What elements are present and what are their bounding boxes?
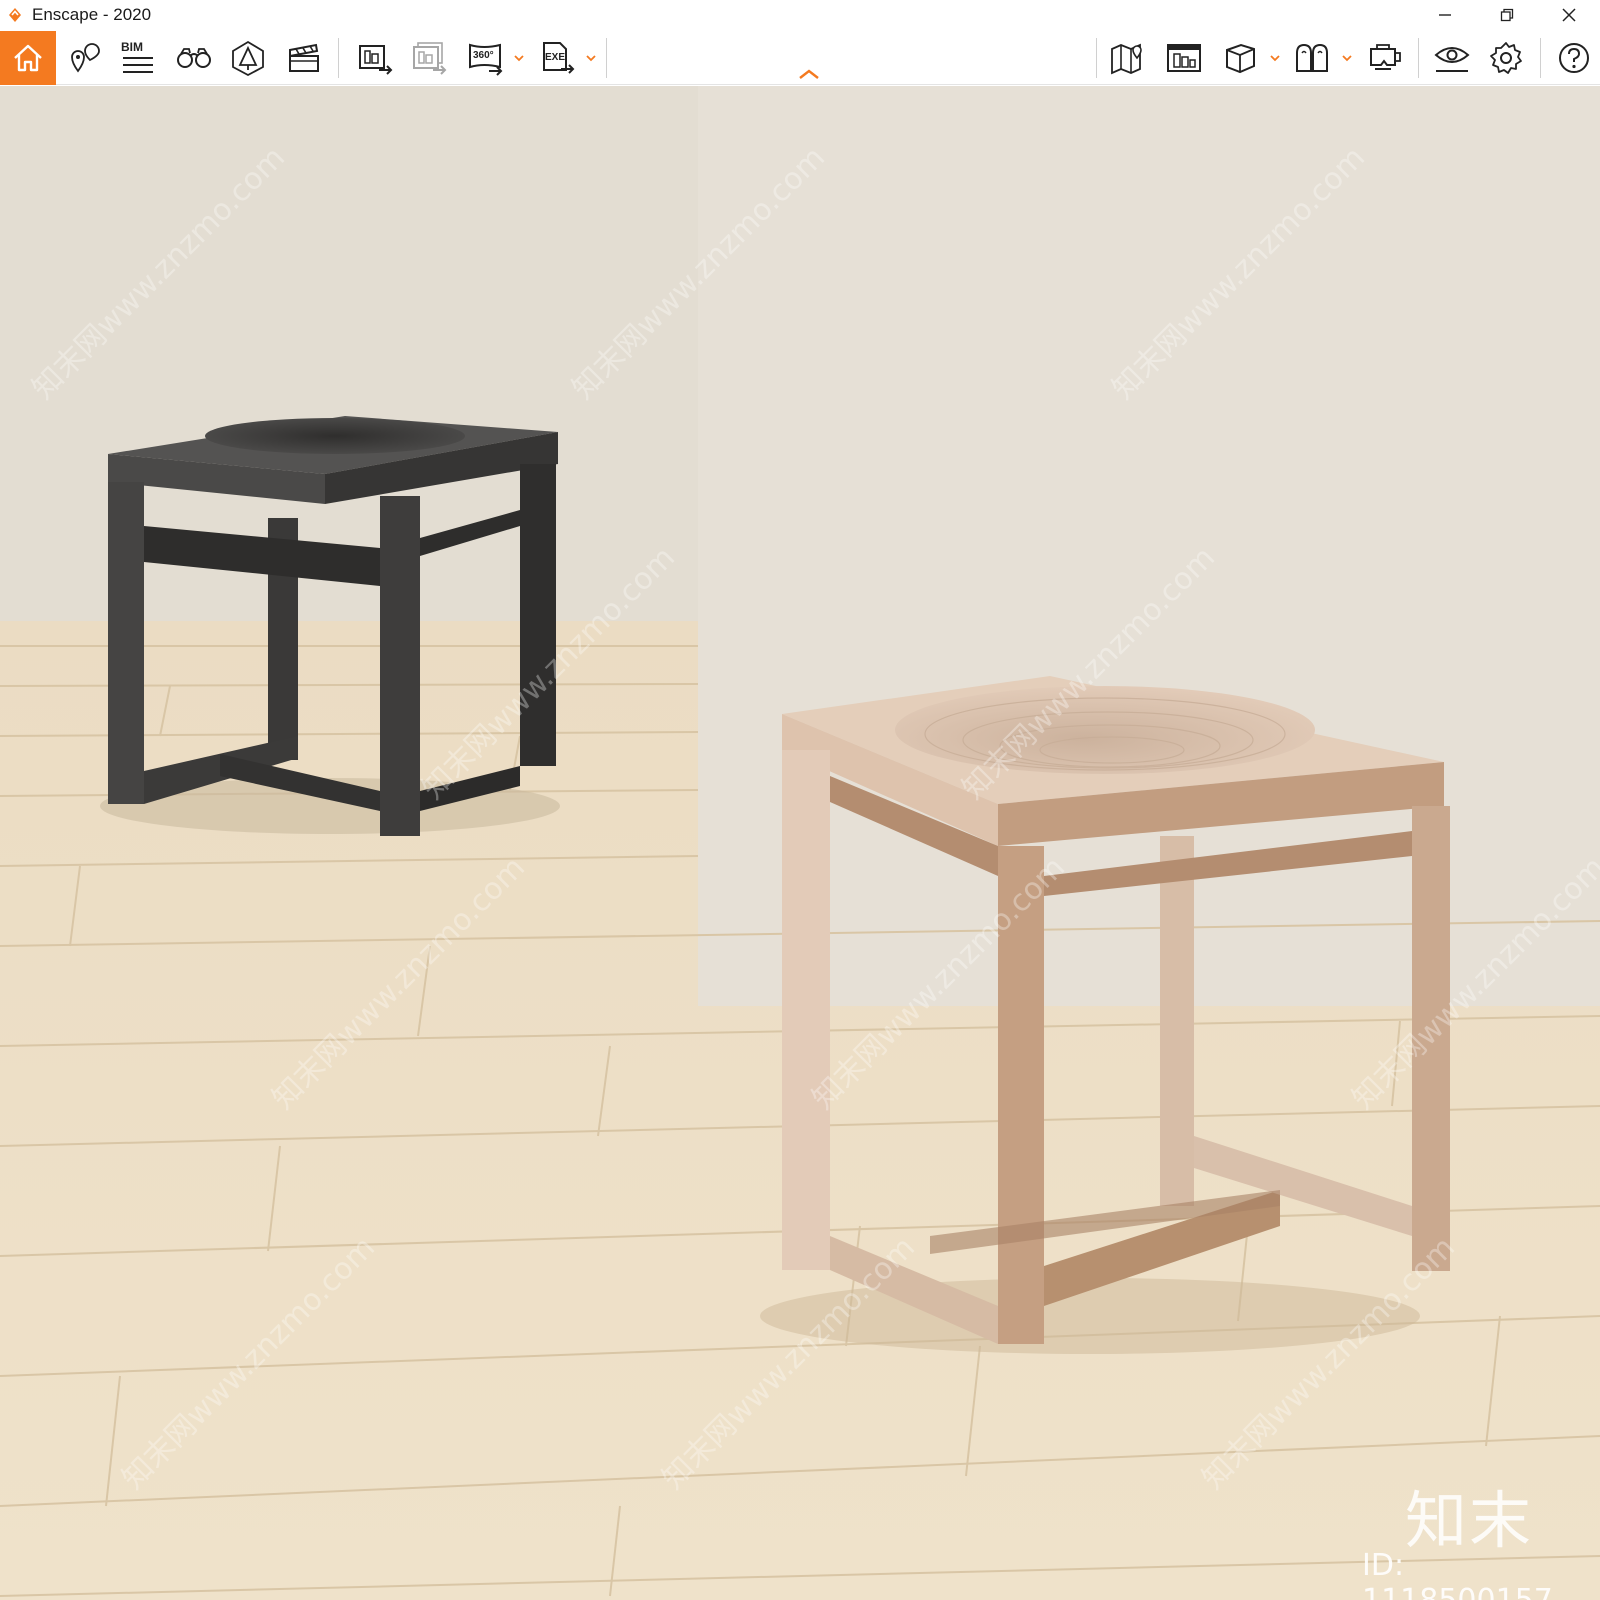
mirror-view-icon: [1296, 43, 1328, 72]
location-markers-icon: [71, 43, 100, 73]
chevron-down-icon: [1270, 55, 1280, 62]
bim-label: BIM: [121, 40, 143, 54]
mirror-view-button[interactable]: [1288, 31, 1336, 85]
window-title: Enscape - 2020: [32, 5, 152, 24]
cube-view-dropdown[interactable]: [1268, 31, 1282, 85]
vr-headset-button[interactable]: [1360, 31, 1408, 85]
cube-view-button[interactable]: [1216, 31, 1264, 85]
video-editor-button[interactable]: [280, 31, 328, 85]
render-screenshot-icon: [359, 45, 393, 75]
close-icon: [1562, 8, 1576, 22]
enscape-logo-icon: [4, 4, 26, 26]
minimize-button[interactable]: [1414, 0, 1476, 30]
render-viewport[interactable]: 知末网www.znzmo.com 知末网www.znzmo.com 知末网www…: [0, 86, 1600, 1600]
toolbar-separator: [1418, 38, 1419, 78]
batch-render-button[interactable]: [406, 31, 454, 85]
toolbar-separator: [1096, 38, 1097, 78]
render-screenshot-button[interactable]: [352, 31, 400, 85]
panorama-dropdown[interactable]: [512, 31, 526, 85]
vr-headset-icon: [1370, 44, 1401, 70]
location-markers-button[interactable]: [62, 31, 110, 85]
exe-label: EXE: [545, 52, 566, 63]
export-dropdown[interactable]: [584, 31, 598, 85]
bim-list-icon: [123, 57, 153, 73]
mirror-view-dropdown[interactable]: [1340, 31, 1354, 85]
binoculars-button[interactable]: [170, 31, 218, 85]
help-button[interactable]: [1550, 31, 1598, 85]
minimize-icon: [1439, 14, 1451, 16]
binoculars-icon: [177, 48, 211, 68]
panorama-button[interactable]: 360°: [462, 31, 510, 85]
batch-render-icon: [413, 42, 447, 75]
home-button[interactable]: [0, 31, 56, 85]
video-editor-icon: [289, 43, 319, 72]
export-exe-button[interactable]: EXE: [534, 31, 582, 85]
restore-button[interactable]: [1476, 0, 1538, 30]
collapse-toolbar-button[interactable]: [796, 67, 822, 83]
toolbar-separator: [606, 38, 607, 78]
bim-button[interactable]: BIM: [114, 31, 162, 85]
settings-gear-icon: [1490, 42, 1522, 74]
visual-settings-button[interactable]: [1428, 31, 1476, 85]
map-button[interactable]: [1104, 31, 1152, 85]
window-controls: [1414, 0, 1600, 30]
help-icon: [1559, 43, 1589, 73]
brand-watermark: 知末: [1405, 1484, 1534, 1557]
map-icon: [1111, 43, 1142, 75]
restore-icon: [1500, 8, 1514, 22]
toolbar-separator: [1540, 38, 1541, 78]
panorama-label: 360°: [473, 50, 494, 61]
atmosphere-icon: [232, 40, 264, 77]
chevron-down-icon: [514, 55, 524, 62]
atmosphere-button[interactable]: [224, 31, 272, 85]
toolbar-separator: [338, 38, 339, 78]
settings-button[interactable]: [1482, 31, 1530, 85]
export-exe-icon: EXE: [539, 40, 577, 76]
title-bar: Enscape - 2020: [0, 0, 1600, 30]
gallery-icon: [1167, 44, 1201, 72]
close-button[interactable]: [1538, 0, 1600, 30]
image-id-label: ID: 1118500157: [1362, 1548, 1553, 1600]
cube-view-icon: [1226, 43, 1255, 74]
home-icon: [14, 44, 42, 72]
chevron-down-icon: [586, 55, 596, 62]
chevron-down-icon: [1342, 55, 1352, 62]
visual-settings-icon: [1434, 47, 1470, 72]
panorama-360-icon: 360°: [467, 40, 505, 76]
chevron-up-icon: [799, 69, 819, 79]
gallery-button[interactable]: [1160, 31, 1208, 85]
